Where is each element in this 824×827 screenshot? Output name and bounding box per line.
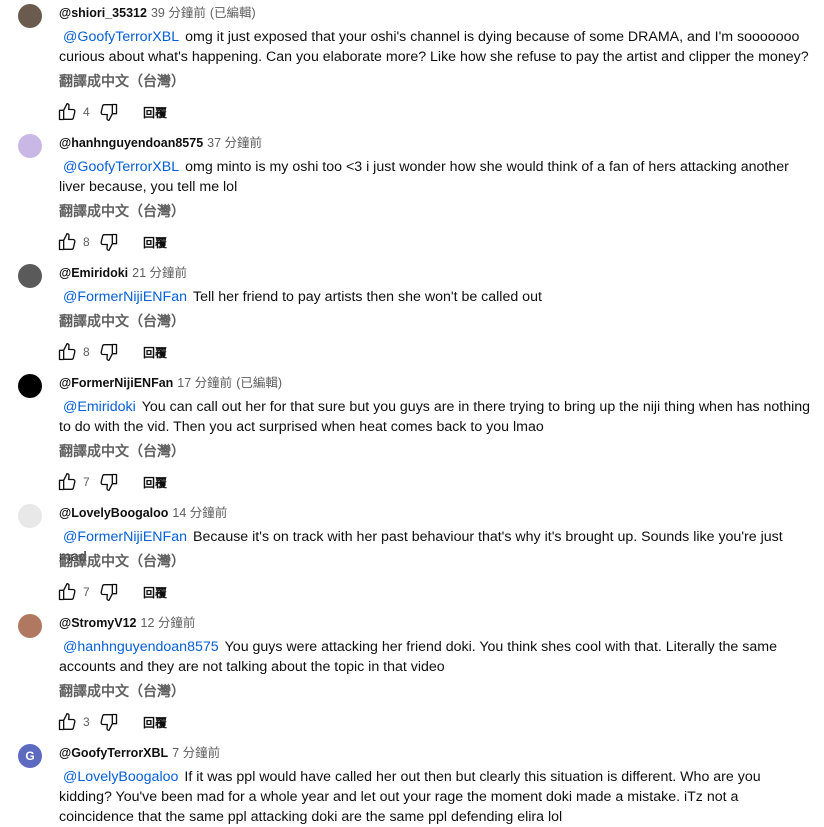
like-button[interactable]: 7 <box>57 472 99 492</box>
comment-text: @hanhnguyendoan8575 You guys were attacki… <box>59 637 814 677</box>
comment-body: You can call out her for that sure but y… <box>59 399 811 435</box>
reply-button[interactable]: 回覆 <box>143 234 167 251</box>
dislike-button[interactable] <box>99 102 119 122</box>
timestamp[interactable]: 37 分鐘前 <box>207 136 262 150</box>
timestamp[interactable]: 7 分鐘前 <box>172 746 220 760</box>
comment-text: @LovelyBoogaloo If it was ppl would have … <box>59 767 814 827</box>
comment-actions: 3 回覆 <box>57 711 167 733</box>
comment-text: @Emiridoki You can call out her for that … <box>59 397 814 437</box>
avatar[interactable] <box>18 264 42 288</box>
translate-button[interactable]: 翻譯成中文（台灣） <box>59 441 185 461</box>
comment-header: @hanhnguyendoan8575 37 分鐘前 <box>59 135 262 151</box>
thumbs-up-icon <box>57 232 77 252</box>
like-count: 3 <box>83 715 90 729</box>
edited-label: (已編輯) <box>236 376 283 390</box>
mention-link[interactable]: @GoofyTerrorXBL <box>63 29 179 45</box>
like-button[interactable]: 8 <box>57 342 99 362</box>
author-name[interactable]: @StromyV12 <box>59 616 137 630</box>
like-count: 7 <box>83 585 90 599</box>
like-count: 8 <box>83 345 90 359</box>
author-name[interactable]: @hanhnguyendoan8575 <box>59 136 203 150</box>
reply-button[interactable]: 回覆 <box>143 104 167 121</box>
comment-header: @StromyV12 12 分鐘前 <box>59 615 195 631</box>
comment-header: @shiori_35312 39 分鐘前 (已編輯) <box>59 5 256 21</box>
comment-header: @LovelyBoogaloo 14 分鐘前 <box>59 505 227 521</box>
like-count: 4 <box>83 105 90 119</box>
reply-button[interactable]: 回覆 <box>143 714 167 731</box>
avatar[interactable] <box>18 504 42 528</box>
author-name[interactable]: @LovelyBoogaloo <box>59 506 168 520</box>
translate-button[interactable]: 翻譯成中文（台灣） <box>59 551 185 571</box>
thumbs-up-icon <box>57 342 77 362</box>
timestamp[interactable]: 14 分鐘前 <box>172 506 227 520</box>
thumbs-down-icon <box>99 472 119 492</box>
dislike-button[interactable] <box>99 582 119 602</box>
avatar[interactable] <box>18 4 42 28</box>
like-button[interactable]: 7 <box>57 582 99 602</box>
comment-header: @GoofyTerrorXBL 7 分鐘前 <box>59 745 220 761</box>
comment-header: @FormerNijiENFan 17 分鐘前 (已編輯) <box>59 375 282 391</box>
thumbs-up-icon <box>57 582 77 602</box>
thumbs-up-icon <box>57 712 77 732</box>
translate-button[interactable]: 翻譯成中文（台灣） <box>59 71 185 91</box>
comment-body: Tell her friend to pay artists then she … <box>192 289 542 305</box>
translate-button[interactable]: 翻譯成中文（台灣） <box>59 311 185 331</box>
like-count: 8 <box>83 235 90 249</box>
dislike-button[interactable] <box>99 232 119 252</box>
thumbs-down-icon <box>99 342 119 362</box>
like-count: 7 <box>83 475 90 489</box>
timestamp[interactable]: 21 分鐘前 <box>132 266 187 280</box>
comment-actions: 8 回覆 <box>57 341 167 363</box>
mention-link[interactable]: @FormerNijiENFan <box>63 289 187 305</box>
thumbs-down-icon <box>99 232 119 252</box>
thumbs-down-icon <box>99 582 119 602</box>
thumbs-up-icon <box>57 102 77 122</box>
mention-link[interactable]: @LovelyBoogaloo <box>63 769 178 785</box>
reply-button[interactable]: 回覆 <box>143 474 167 491</box>
timestamp[interactable]: 39 分鐘前 <box>151 6 206 20</box>
comment-actions: 7 回覆 <box>57 581 167 603</box>
thumbs-up-icon <box>57 472 77 492</box>
author-name[interactable]: @GoofyTerrorXBL <box>59 746 168 760</box>
avatar-letter: G <box>25 749 35 763</box>
avatar[interactable] <box>18 374 42 398</box>
mention-link[interactable]: @FormerNijiENFan <box>63 529 187 545</box>
mention-link[interactable]: @Emiridoki <box>63 399 136 415</box>
reply-button[interactable]: 回覆 <box>143 344 167 361</box>
dislike-button[interactable] <box>99 472 119 492</box>
timestamp[interactable]: 17 分鐘前 <box>177 376 232 390</box>
author-name[interactable]: @shiori_35312 <box>59 6 147 20</box>
avatar[interactable] <box>18 134 42 158</box>
translate-button[interactable]: 翻譯成中文（台灣） <box>59 201 185 221</box>
comment-thread: @shiori_35312 39 分鐘前 (已編輯) @GoofyTerrorXBL o… <box>0 0 824 827</box>
mention-link[interactable]: @GoofyTerrorXBL <box>63 159 179 175</box>
avatar[interactable]: G <box>18 744 42 768</box>
timestamp[interactable]: 12 分鐘前 <box>141 616 196 630</box>
translate-button[interactable]: 翻譯成中文（台灣） <box>59 681 185 701</box>
avatar[interactable] <box>18 614 42 638</box>
dislike-button[interactable] <box>99 342 119 362</box>
reply-button[interactable]: 回覆 <box>143 584 167 601</box>
like-button[interactable]: 8 <box>57 232 99 252</box>
comment-actions: 7 回覆 <box>57 471 167 493</box>
comment-text: @FormerNijiENFan Tell her friend to pay a… <box>59 287 814 307</box>
author-name[interactable]: @FormerNijiENFan <box>59 376 173 390</box>
like-button[interactable]: 3 <box>57 712 99 732</box>
comment-text: @GoofyTerrorXBL omg minto is my oshi too … <box>59 157 814 197</box>
mention-link[interactable]: @hanhnguyendoan8575 <box>63 639 219 655</box>
comment-text: @GoofyTerrorXBL omg it just exposed that … <box>59 27 814 67</box>
thumbs-down-icon <box>99 102 119 122</box>
dislike-button[interactable] <box>99 712 119 732</box>
comment-header: @Emiridoki 21 分鐘前 <box>59 265 187 281</box>
author-name[interactable]: @Emiridoki <box>59 266 128 280</box>
thumbs-down-icon <box>99 712 119 732</box>
like-button[interactable]: 4 <box>57 102 99 122</box>
comment-actions: 4 回覆 <box>57 101 167 123</box>
edited-label: (已編輯) <box>209 6 256 20</box>
comment-actions: 8 回覆 <box>57 231 167 253</box>
